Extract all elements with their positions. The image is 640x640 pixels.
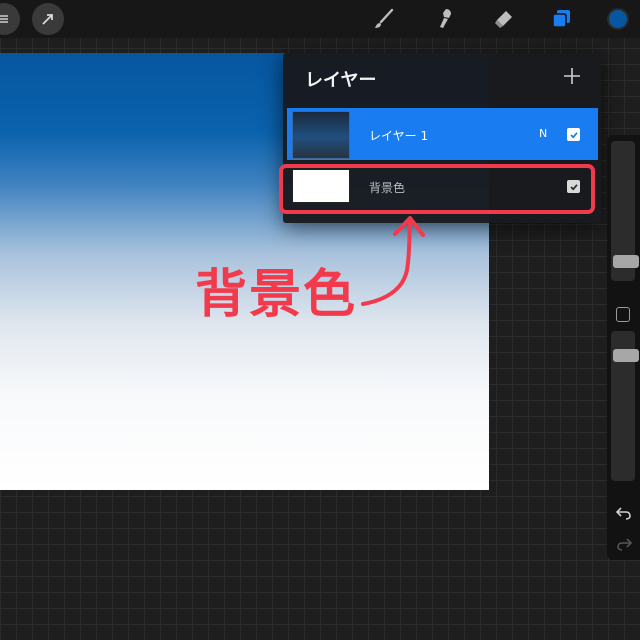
- checkmark-icon: [569, 131, 578, 138]
- undo-icon[interactable]: [615, 504, 633, 522]
- side-toolbar: [607, 135, 640, 560]
- brush-size-thumb[interactable]: [613, 255, 639, 268]
- eraser-icon[interactable]: [487, 3, 519, 35]
- annotation-arrow-icon: [361, 216, 425, 306]
- brush-size-slider[interactable]: [611, 141, 639, 281]
- brush-opacity-slider[interactable]: [611, 331, 639, 481]
- layer-row-layer-1[interactable]: レイヤー 1 N: [287, 108, 598, 160]
- layer-thumbnail: [292, 111, 350, 159]
- transform-arrow-icon[interactable]: [32, 3, 64, 35]
- annotation-label: 背景色: [195, 265, 358, 325]
- brush-opacity-thumb[interactable]: [613, 349, 639, 362]
- color-swatch-icon[interactable]: [602, 3, 634, 35]
- modify-square-icon[interactable]: [616, 307, 630, 322]
- blend-mode-button[interactable]: N: [539, 127, 547, 140]
- annotation-highlight-box: [279, 164, 595, 214]
- top-toolbar: [0, 0, 640, 38]
- panel-title: レイヤー: [305, 70, 377, 91]
- layer-name: レイヤー 1: [369, 129, 429, 143]
- redo-icon[interactable]: [615, 535, 633, 553]
- plus-icon[interactable]: [561, 65, 583, 87]
- visibility-checkbox[interactable]: [567, 128, 580, 141]
- brush-icon[interactable]: [368, 3, 400, 35]
- smudge-icon[interactable]: [428, 3, 460, 35]
- partial-menu-icon[interactable]: [0, 3, 20, 35]
- layers-icon[interactable]: [545, 3, 577, 35]
